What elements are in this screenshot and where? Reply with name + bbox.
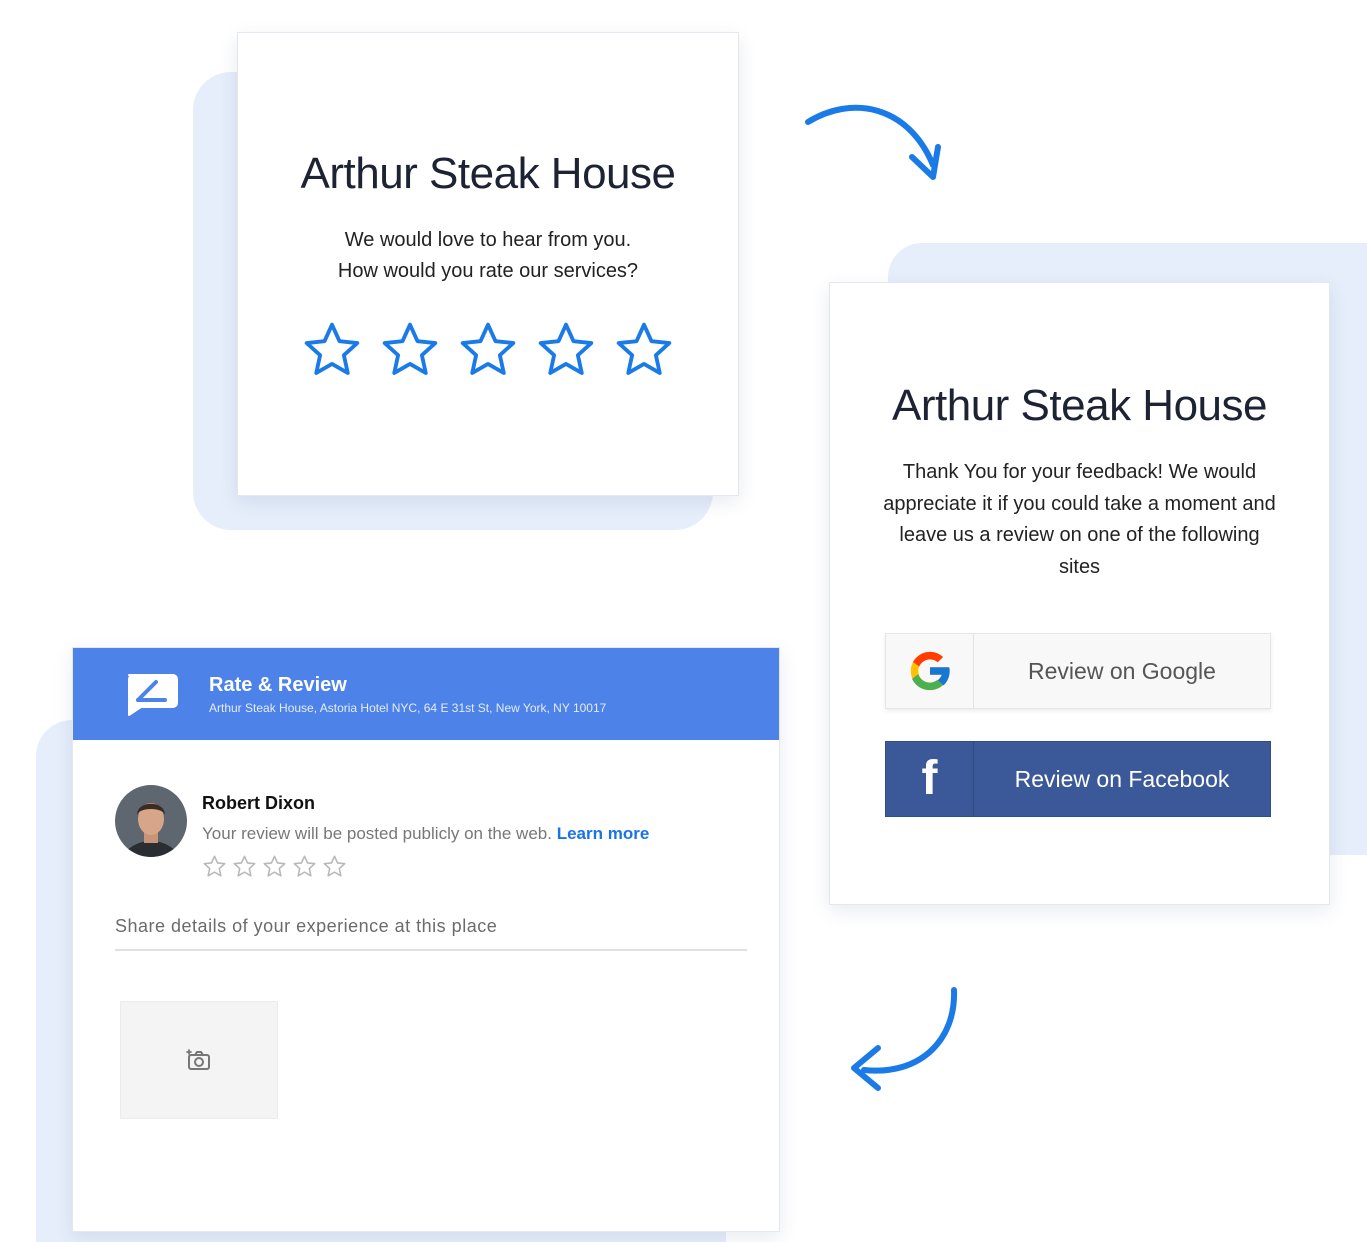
review-star-rating	[202, 854, 649, 879]
star-3-icon[interactable]	[457, 319, 519, 381]
reviewer-name: Robert Dixon	[202, 793, 316, 813]
learn-more-link[interactable]: Learn more	[557, 824, 650, 843]
review-star-3-icon[interactable]	[262, 854, 287, 879]
star-2-icon[interactable]	[379, 319, 441, 381]
avatar	[115, 785, 187, 857]
facebook-f-icon: f	[886, 742, 974, 816]
review-on-facebook-button[interactable]: f Review on Facebook	[885, 741, 1271, 817]
review-on-google-button[interactable]: Review on Google	[885, 633, 1271, 709]
reviewer-block: Robert Dixon Your review will be posted …	[115, 785, 649, 879]
add-photo-icon	[186, 1049, 210, 1070]
review-star-4-icon[interactable]	[292, 854, 317, 879]
public-note-text: Your review will be posted publicly on t…	[202, 824, 552, 843]
rating-card: Arthur Steak House We would love to hear…	[237, 32, 739, 496]
review-form-header-text: Rate & Review Arthur Steak House, Astori…	[209, 674, 606, 715]
review-form-header: Rate & Review Arthur Steak House, Astori…	[73, 648, 779, 740]
reviewer-info: Robert Dixon Your review will be posted …	[202, 793, 649, 879]
add-photo-button[interactable]	[120, 1001, 278, 1119]
arrow-left-down-icon	[851, 987, 958, 1091]
rating-prompt-line-2: How would you rate our services?	[337, 260, 639, 282]
review-logo-icon	[128, 674, 178, 716]
google-g-icon	[886, 634, 974, 708]
star-1-icon[interactable]	[301, 319, 363, 381]
star-5-icon[interactable]	[613, 319, 675, 381]
review-form-card: Rate & Review Arthur Steak House, Astori…	[72, 647, 780, 1232]
rating-prompt: We would love to hear from you. How woul…	[238, 225, 738, 287]
facebook-button-label: Review on Facebook	[1014, 765, 1230, 792]
review-star-2-icon[interactable]	[232, 854, 257, 879]
experience-details-input[interactable]	[115, 910, 747, 951]
thank-you-message: Thank You for your feedback! We would ap…	[883, 461, 1276, 578]
rating-card-title: Arthur Steak House	[300, 149, 676, 198]
review-form-address: Arthur Steak House, Astoria Hotel NYC, 6…	[209, 700, 607, 715]
star-4-icon[interactable]	[535, 319, 597, 381]
arrow-right-down-icon	[805, 104, 941, 180]
public-review-note: Your review will be posted publicly on t…	[202, 824, 649, 844]
rating-prompt-line-1: We would love to hear from you.	[344, 229, 632, 251]
review-star-5-icon[interactable]	[322, 854, 347, 879]
review-sites-title: Arthur Steak House	[892, 381, 1267, 430]
review-sites-card: Arthur Steak House Thank You for your fe…	[829, 282, 1330, 905]
review-star-1-icon[interactable]	[202, 854, 227, 879]
review-form-title: Rate & Review	[209, 673, 347, 696]
google-button-label: Review on Google	[1028, 657, 1216, 684]
star-rating	[238, 319, 738, 381]
